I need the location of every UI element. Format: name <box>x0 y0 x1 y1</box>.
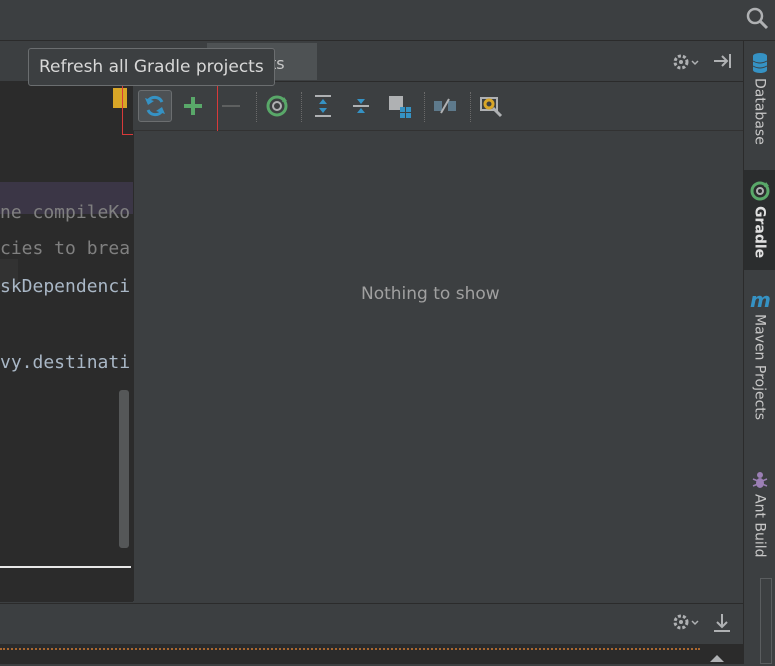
remove-project-button[interactable] <box>214 90 248 122</box>
empty-state-message: Nothing to show <box>361 284 500 304</box>
caret-up-icon[interactable] <box>708 652 726 664</box>
toolbar-separator <box>470 92 472 122</box>
database-icon <box>752 53 767 73</box>
code-line: cies to brea <box>0 238 131 259</box>
toolbar-separator <box>424 92 426 122</box>
expand-all-icon <box>315 95 331 117</box>
sidebar-tab-database[interactable]: Database <box>744 52 775 150</box>
sidebar-tab-gradle[interactable]: Gradle <box>744 170 775 270</box>
gradle-settings-button[interactable] <box>474 90 508 122</box>
sidebar-tab-maven[interactable]: m Maven Projects <box>744 290 775 430</box>
gear-icon[interactable] <box>672 52 702 72</box>
gradle-projects-tree[interactable] <box>133 131 744 601</box>
maven-icon: m <box>750 290 771 310</box>
sidebar-tab-label: Maven Projects <box>751 314 768 421</box>
toolbar-separator <box>256 92 258 122</box>
tooltip: Refresh all Gradle projects <box>28 48 275 86</box>
hide-panel-icon[interactable] <box>712 51 734 71</box>
gradle-settings-icon <box>480 97 503 118</box>
execute-task-icon <box>266 95 288 117</box>
ant-icon <box>752 472 767 488</box>
expand-all-button[interactable] <box>306 90 340 122</box>
editor-scrollbar[interactable] <box>119 390 129 548</box>
svg-text:m: m <box>750 290 771 310</box>
code-editor[interactable]: ne compileKo cies to brea skDependenci v… <box>0 82 133 602</box>
bottom-panel-text <box>0 648 700 666</box>
minus-icon <box>222 105 240 107</box>
collapse-all-icon <box>353 99 369 113</box>
editor-divider <box>0 566 131 568</box>
collapse-all-button[interactable] <box>344 90 378 122</box>
minimize-panel-icon[interactable] <box>712 612 732 634</box>
code-line: vy.destinati <box>0 352 131 373</box>
toolbar-separator <box>301 92 303 122</box>
code-line: skDependenci <box>0 276 131 297</box>
execute-task-button[interactable] <box>260 90 294 122</box>
sidebar-tab-label: Database <box>751 78 768 145</box>
toggle-offline-icon <box>434 98 456 114</box>
code-line: ne compileKo <box>0 202 131 223</box>
top-bar <box>0 0 775 41</box>
group-modules-button[interactable] <box>382 90 416 122</box>
search-icon[interactable] <box>745 6 769 30</box>
sidebar-tab-label: Ant Build <box>751 494 768 558</box>
gradle-icon <box>750 181 769 201</box>
toggle-offline-button[interactable] <box>428 90 462 122</box>
gear-icon[interactable] <box>672 612 702 632</box>
sidebar-tab-ant[interactable]: Ant Build <box>744 470 775 570</box>
bottom-panel-header <box>0 603 743 644</box>
sidebar-tab-label: Gradle <box>751 206 768 259</box>
scrollbar[interactable] <box>760 578 772 664</box>
group-modules-icon <box>389 96 411 118</box>
